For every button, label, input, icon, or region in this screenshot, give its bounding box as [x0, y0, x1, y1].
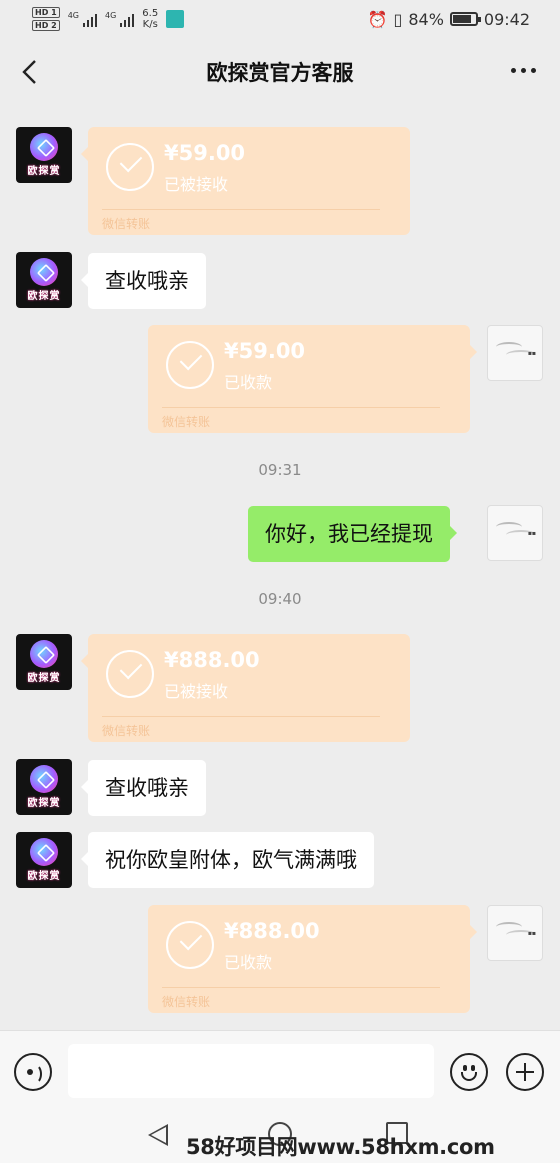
transfer-status: 已收款	[224, 373, 273, 392]
signal-2-icon: 4G	[104, 11, 135, 27]
speed-unit: K/s	[142, 19, 158, 30]
logo-cube-icon	[30, 838, 58, 866]
transfer-footer: 微信转账	[102, 724, 151, 738]
transfer-amount: ¥888.00	[164, 648, 260, 672]
transfer-footer: 微信转账	[162, 995, 211, 1009]
battery-icon	[449, 12, 481, 26]
status-bar: HD 1 HD 2 4G 4G 6.5 K/s ⏰ ▯ 84% 09:42	[0, 0, 560, 38]
check-circle-icon	[106, 650, 154, 698]
timestamp: 09:40	[258, 590, 302, 608]
message-bubble-self[interactable]: 你好，我已经提现	[248, 506, 457, 562]
self-avatar[interactable]: ▪▪	[487, 505, 543, 561]
transfer-divider	[162, 407, 440, 408]
emoji-icon[interactable]	[450, 1053, 488, 1091]
message-bubble[interactable]: 查收哦亲	[81, 253, 206, 309]
hd2-badge: HD 2	[32, 20, 60, 31]
alarm-icon: ⏰	[367, 9, 388, 29]
check-circle-icon	[106, 143, 154, 191]
transfer-card[interactable]: ¥888.00 已收款 微信转账	[148, 905, 477, 1013]
message-bubble[interactable]: 祝你欧皇附体，欧气满满哦	[81, 832, 374, 888]
message-bubble[interactable]: 查收哦亲	[81, 760, 206, 816]
status-right: ⏰ ▯ 84% 09:42	[368, 10, 530, 29]
input-bar	[0, 1030, 560, 1110]
contact-avatar[interactable]: 欧探赏	[16, 127, 72, 183]
transfer-amount: ¥888.00	[224, 919, 320, 943]
transfer-status: 已被接收	[164, 175, 229, 194]
status-left: HD 1 HD 2 4G 4G 6.5 K/s	[32, 7, 185, 31]
contact-avatar[interactable]: 欧探赏	[16, 832, 72, 888]
transfer-amount: ¥59.00	[224, 339, 306, 363]
chat-header: 欧探赏官方客服	[0, 38, 560, 106]
transfer-footer: 微信转账	[162, 415, 211, 429]
transfer-card[interactable]: ¥59.00 已收款 微信转账	[148, 325, 477, 433]
transfer-card[interactable]: ¥59.00 已被接收 微信转账	[81, 127, 410, 235]
vibrate-icon: ▯	[393, 9, 403, 29]
contact-avatar[interactable]: 欧探赏	[16, 634, 72, 690]
avatar-logo-text: 欧探赏	[27, 166, 61, 177]
self-avatar[interactable]: ▪▪	[487, 905, 543, 961]
self-avatar[interactable]: ▪▪	[487, 325, 543, 381]
transfer-amount: ¥59.00	[164, 141, 246, 165]
contact-avatar[interactable]: 欧探赏	[16, 252, 72, 308]
logo-cube-icon	[30, 133, 58, 161]
seal-icon: ▪▪	[527, 930, 536, 937]
signal-2-label: 4G	[104, 11, 117, 20]
nav-back-icon[interactable]	[148, 1124, 168, 1146]
signal-1-icon: 4G	[68, 11, 97, 27]
logo-cube-icon	[30, 765, 58, 793]
hd-indicators: HD 1 HD 2	[32, 7, 60, 31]
avatar-logo-text: 欧探赏	[27, 798, 61, 809]
avatar-logo-text: 欧探赏	[27, 871, 61, 882]
chat-title: 欧探赏官方客服	[206, 61, 354, 85]
transfer-card[interactable]: ¥888.00 已被接收 微信转账	[81, 634, 410, 742]
more-options-icon[interactable]	[511, 68, 536, 73]
seal-icon: ▪▪	[527, 530, 536, 537]
speed-value: 6.5	[142, 8, 159, 19]
seal-icon: ▪▪	[527, 350, 536, 357]
notification-app-icon	[166, 10, 185, 28]
battery-percent: 84%	[408, 9, 444, 29]
signal-1-label: 4G	[67, 11, 79, 20]
contact-avatar[interactable]: 欧探赏	[16, 759, 72, 815]
transfer-divider	[162, 987, 440, 988]
transfer-status: 已收款	[224, 953, 273, 972]
transfer-status: 已被接收	[164, 682, 229, 701]
message-input[interactable]	[68, 1044, 434, 1098]
transfer-divider	[102, 716, 380, 717]
check-circle-icon	[166, 921, 214, 969]
avatar-logo-text: 欧探赏	[27, 291, 61, 302]
add-more-icon[interactable]	[506, 1053, 544, 1091]
battery-level	[452, 15, 472, 23]
transfer-divider	[102, 209, 380, 210]
watermark-text: 58好项目网www.58hxm.com	[186, 1135, 495, 1159]
check-circle-icon	[166, 341, 214, 389]
transfer-footer: 微信转账	[102, 217, 151, 231]
timestamp: 09:31	[258, 461, 302, 479]
back-arrow-icon[interactable]	[18, 58, 42, 86]
logo-cube-icon	[30, 640, 58, 668]
network-speed: 6.5 K/s	[142, 8, 158, 30]
logo-cube-icon	[30, 258, 58, 286]
voice-input-icon[interactable]	[14, 1053, 52, 1091]
avatar-logo-text: 欧探赏	[27, 673, 61, 684]
hd1-badge: HD 1	[32, 7, 60, 18]
clock: 09:42	[483, 9, 530, 29]
